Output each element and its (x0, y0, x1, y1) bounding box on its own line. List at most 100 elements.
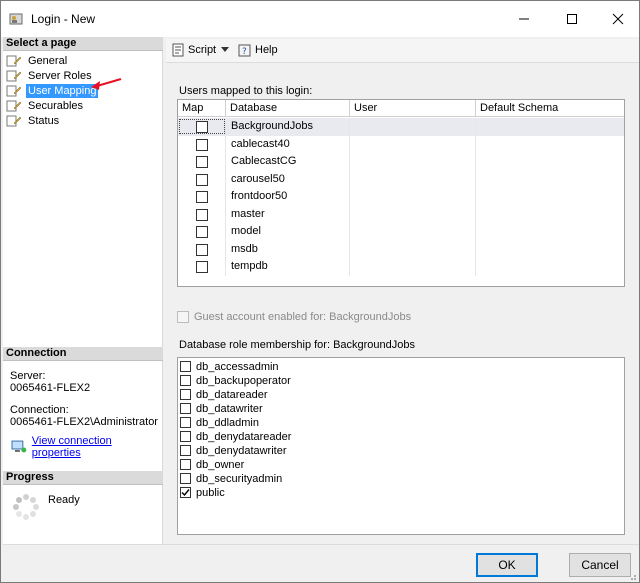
database-cell: BackgroundJobs (226, 118, 350, 136)
database-cell: frontdoor50 (226, 188, 350, 206)
page-wrench-icon (6, 55, 22, 67)
guest-checkbox-box (177, 311, 189, 323)
role-item[interactable]: db_denydatareader (180, 430, 291, 443)
page-wrench-icon (6, 100, 22, 112)
schema-cell[interactable] (476, 223, 624, 241)
map-cell (178, 135, 226, 153)
column-header-database[interactable]: Database (226, 100, 350, 117)
map-checkbox[interactable] (196, 138, 208, 151)
role-item[interactable]: db_securityadmin (180, 472, 282, 485)
login-app-icon (9, 13, 23, 25)
map-checkbox[interactable] (196, 226, 208, 238)
schema-cell[interactable] (476, 171, 624, 189)
view-connection-properties-link[interactable]: View connection properties (11, 435, 162, 459)
page-wrench-icon (6, 70, 22, 82)
script-button[interactable]: Script (171, 43, 216, 57)
column-header-user[interactable]: User (350, 100, 476, 117)
map-checkbox[interactable] (196, 261, 208, 273)
page-item-label: User Mapping (26, 83, 99, 98)
map-checkbox[interactable] (196, 121, 208, 133)
help-icon: ? (238, 44, 251, 57)
user-cell[interactable] (350, 205, 476, 223)
user-cell[interactable] (350, 188, 476, 206)
user-mapping-grid: Map Database User Default Schema Backgro… (177, 99, 625, 287)
guest-account-checkbox[interactable]: Guest account enabled for: BackgroundJob… (177, 311, 411, 323)
table-row[interactable]: master (178, 205, 624, 224)
user-cell[interactable] (350, 258, 476, 276)
table-row[interactable]: frontdoor50 (178, 188, 624, 206)
map-cell (178, 223, 226, 241)
page-wrench-icon (6, 85, 22, 97)
user-cell[interactable] (350, 223, 476, 241)
checkmark-icon (181, 489, 190, 497)
schema-cell[interactable] (476, 118, 624, 136)
column-header-map[interactable]: Map (178, 100, 226, 117)
cancel-button[interactable]: Cancel (569, 553, 631, 577)
role-item[interactable]: db_denydatawriter (180, 444, 287, 457)
role-checkbox (180, 459, 191, 470)
role-item[interactable]: db_datawriter (180, 402, 263, 415)
map-checkbox[interactable] (196, 243, 208, 256)
map-checkbox[interactable] (196, 156, 208, 168)
script-label: Script (188, 44, 217, 56)
role-membership-list: db_accessadmin db_backupoperator db_data… (177, 357, 625, 535)
user-cell[interactable] (350, 170, 476, 188)
table-row[interactable]: tempdb (178, 258, 624, 276)
schema-cell[interactable] (476, 188, 624, 206)
help-button[interactable]: ? Help (238, 43, 278, 57)
map-checkbox[interactable] (196, 173, 208, 186)
database-cell: model (226, 223, 350, 241)
view-connection-properties-label: View connection properties (31, 435, 112, 459)
script-dropdown-button[interactable] (221, 47, 229, 52)
page-item-general[interactable]: General (6, 53, 69, 68)
database-cell: cablecast40 (226, 135, 350, 153)
maximize-icon (567, 14, 577, 24)
table-row[interactable]: model (178, 223, 624, 241)
progress-header: Progress (3, 471, 163, 485)
map-checkbox[interactable] (196, 191, 208, 203)
annotation-arrow-icon (91, 77, 122, 90)
page-item-server-roles[interactable]: Server Roles (6, 68, 94, 83)
map-checkbox[interactable] (196, 208, 208, 221)
page-item-status[interactable]: Status (6, 113, 61, 128)
map-cell (178, 258, 226, 276)
map-cell (178, 170, 226, 188)
table-row[interactable]: cablecast40 (178, 135, 624, 154)
role-item[interactable]: db_ddladmin (180, 416, 259, 429)
user-cell[interactable] (350, 153, 476, 171)
page-item-label: Server Roles (28, 69, 92, 82)
table-row[interactable]: CablecastCG (178, 153, 624, 171)
table-row[interactable]: msdb (178, 240, 624, 259)
table-row[interactable]: carousel50 (178, 170, 624, 189)
ok-button[interactable]: OK (476, 553, 538, 577)
role-label: db_datawriter (196, 402, 263, 415)
role-item[interactable]: db_owner (180, 458, 244, 471)
close-button[interactable] (595, 1, 640, 37)
column-header-default-schema[interactable]: Default Schema (476, 100, 624, 117)
role-checkbox (180, 361, 191, 372)
schema-cell[interactable] (476, 153, 624, 171)
user-cell[interactable] (350, 240, 476, 258)
schema-cell[interactable] (476, 241, 624, 259)
maximize-button[interactable] (549, 1, 595, 37)
user-cell[interactable] (350, 118, 476, 136)
resize-grip-icon[interactable] (627, 571, 637, 581)
role-item[interactable]: db_accessadmin (180, 360, 279, 373)
minimize-icon (519, 18, 529, 20)
minimize-button[interactable] (501, 1, 547, 37)
role-label: db_accessadmin (196, 360, 279, 373)
schema-cell[interactable] (476, 206, 624, 224)
page-item-securables[interactable]: Securables (6, 98, 85, 113)
page-item-label: General (28, 54, 68, 67)
database-cell: tempdb (226, 258, 350, 276)
map-cell (178, 153, 226, 171)
table-row[interactable]: BackgroundJobs (178, 118, 624, 136)
user-cell[interactable] (350, 135, 476, 153)
connection-label: Connection: (10, 404, 69, 416)
page-item-user-mapping[interactable]: User Mapping (6, 83, 99, 98)
schema-cell[interactable] (476, 258, 624, 276)
role-item[interactable]: db_backupoperator (180, 374, 291, 387)
role-item[interactable]: public (180, 486, 225, 499)
role-item[interactable]: db_datareader (180, 388, 268, 401)
schema-cell[interactable] (476, 136, 624, 154)
